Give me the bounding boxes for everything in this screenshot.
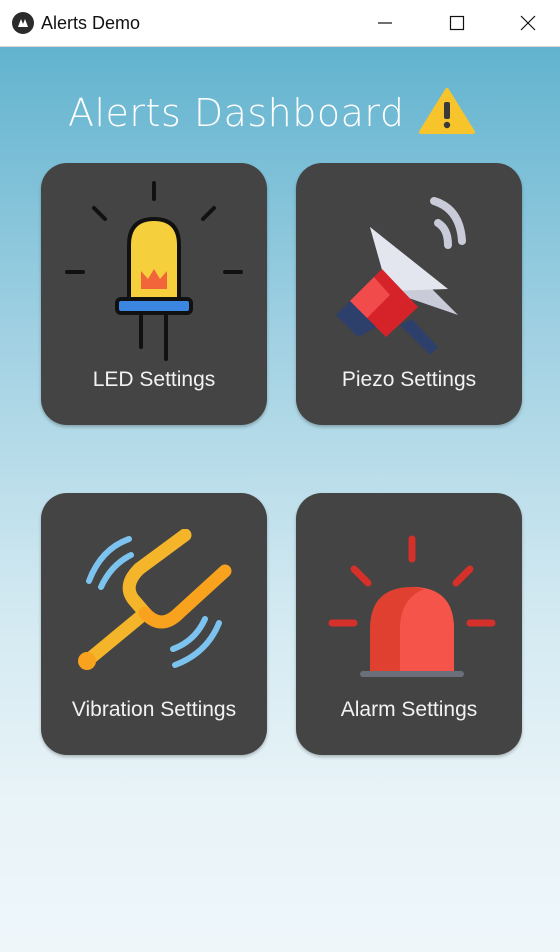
vibration-settings-label: Vibration Settings [71, 698, 237, 721]
siren-icon [328, 535, 496, 677]
close-button[interactable] [493, 0, 560, 46]
minimize-icon [378, 22, 392, 24]
led-bulb-icon [65, 181, 243, 361]
piezo-settings-label: Piezo Settings [341, 368, 477, 391]
piezo-settings-card[interactable]: Piezo Settings [296, 163, 522, 425]
maximize-icon [449, 15, 465, 31]
led-settings-card[interactable]: LED Settings [41, 163, 267, 425]
dashboard-content: Alerts Dashboard LED Settings Piezo Sett… [0, 47, 560, 952]
led-settings-label: LED Settings [92, 368, 216, 391]
close-icon [520, 15, 536, 31]
kivy-app-icon [12, 12, 34, 34]
window-title: Alerts Demo [41, 13, 141, 33]
minimize-button[interactable] [350, 0, 420, 46]
vibration-settings-card[interactable]: Vibration Settings [41, 493, 267, 755]
maximize-button[interactable] [422, 0, 492, 46]
dashboard-title: Alerts Dashboard [68, 91, 405, 135]
alarm-settings-label: Alarm Settings [340, 698, 478, 721]
tuning-fork-icon [78, 529, 232, 670]
warning-icon [419, 88, 475, 134]
window-titlebar: Alerts Demo [0, 0, 560, 47]
megaphone-icon [336, 197, 466, 355]
alarm-settings-card[interactable]: Alarm Settings [296, 493, 522, 755]
